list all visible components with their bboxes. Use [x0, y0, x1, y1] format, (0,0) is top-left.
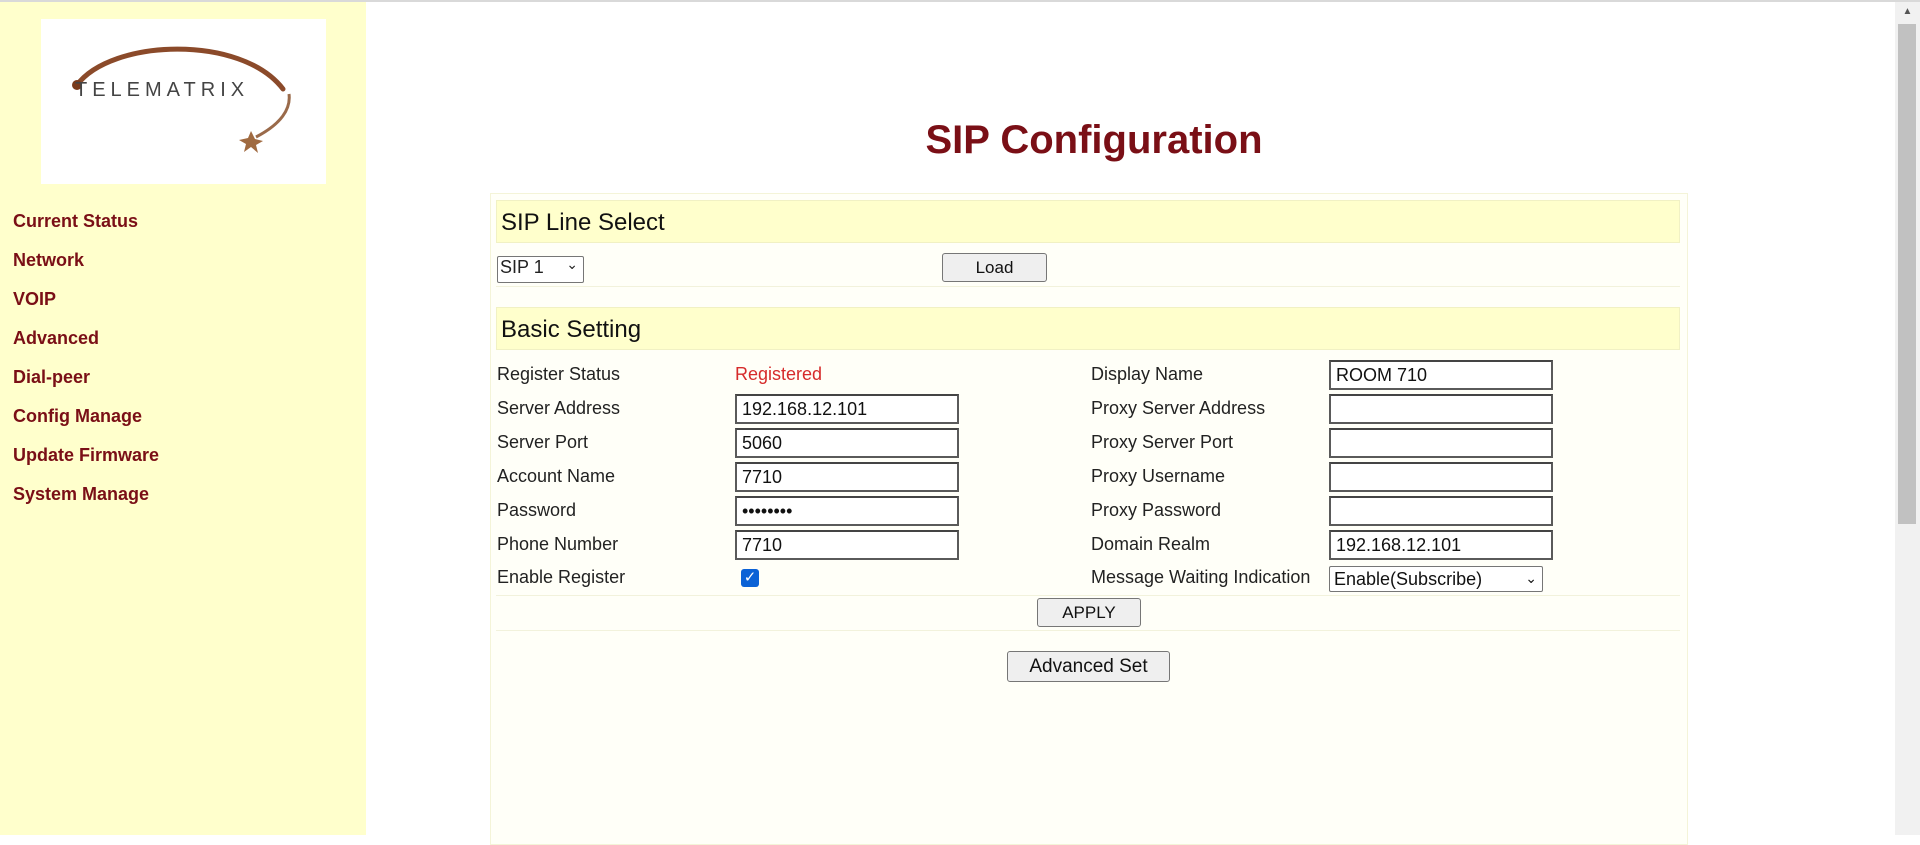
sidebar-item-advanced: Advanced: [13, 327, 159, 366]
enable-register-label: Enable Register: [497, 567, 626, 587]
mwi-select-value: Enable(Subscribe): [1334, 569, 1483, 589]
sidebar-item-voip: VOIP: [13, 288, 159, 327]
sidebar-link-advanced[interactable]: Advanced: [13, 328, 99, 348]
advanced-set-button[interactable]: Advanced Set: [1007, 651, 1170, 682]
proxy-server-port-label: Proxy Server Port: [1091, 432, 1234, 452]
load-button[interactable]: Load: [942, 253, 1047, 282]
mwi-label: Message Waiting Indication: [1091, 567, 1311, 587]
phone-number-input[interactable]: [735, 530, 959, 560]
sidebar-item-current-status: Current Status: [13, 210, 159, 249]
server-address-label: Server Address: [497, 398, 621, 418]
server-port-input[interactable]: [735, 428, 959, 458]
sidebar-link-update-firmware[interactable]: Update Firmware: [13, 445, 159, 465]
proxy-username-label: Proxy Username: [1091, 466, 1226, 486]
sidebar-link-network[interactable]: Network: [13, 250, 84, 270]
sidebar-link-system-manage[interactable]: System Manage: [13, 484, 149, 504]
server-port-label: Server Port: [497, 432, 589, 452]
sidebar-nav: Current Status Network VOIP Advanced Dia…: [13, 210, 159, 522]
sidebar-link-dial-peer[interactable]: Dial-peer: [13, 367, 90, 387]
register-status-value: Registered: [735, 364, 823, 384]
password-label: Password: [497, 500, 577, 520]
sidebar-item-dial-peer: Dial-peer: [13, 366, 159, 405]
account-name-label: Account Name: [497, 466, 616, 486]
enable-register-checkbox[interactable]: ✓: [741, 569, 759, 587]
chevron-down-icon: ⌄: [566, 256, 578, 272]
chevron-down-icon: ⌄: [1525, 570, 1537, 586]
divider: [496, 595, 1680, 596]
proxy-password-label: Proxy Password: [1091, 500, 1222, 520]
password-input[interactable]: [735, 496, 959, 526]
scroll-up-arrow-icon[interactable]: ▲: [1895, 2, 1920, 22]
account-name-input[interactable]: [735, 462, 959, 492]
page-title: SIP Configuration: [925, 118, 1263, 162]
sip-line-select-value: SIP 1: [500, 257, 544, 277]
sidebar: TELEMATRIX Current Status Network VOIP A…: [0, 2, 366, 835]
proxy-server-port-input[interactable]: [1329, 428, 1553, 458]
phone-number-label: Phone Number: [497, 534, 619, 554]
display-name-input[interactable]: [1329, 360, 1553, 390]
proxy-username-input[interactable]: [1329, 462, 1553, 492]
sidebar-link-current-status[interactable]: Current Status: [13, 211, 138, 231]
basic-setting-heading: Basic Setting: [496, 307, 1680, 350]
display-name-label: Display Name: [1091, 364, 1204, 384]
proxy-password-input[interactable]: [1329, 496, 1553, 526]
sidebar-item-system-manage: System Manage: [13, 483, 159, 522]
proxy-server-address-label: Proxy Server Address: [1091, 398, 1266, 418]
apply-button[interactable]: APPLY: [1037, 598, 1141, 627]
logo-text: TELEMATRIX: [75, 79, 250, 101]
sidebar-item-network: Network: [13, 249, 159, 288]
vertical-scrollbar[interactable]: ▲: [1895, 2, 1920, 835]
logo: TELEMATRIX: [41, 19, 326, 184]
scrollbar-thumb[interactable]: [1898, 24, 1916, 524]
sidebar-link-voip[interactable]: VOIP: [13, 289, 56, 309]
proxy-server-address-input[interactable]: [1329, 394, 1553, 424]
sidebar-item-update-firmware: Update Firmware: [13, 444, 159, 483]
line-select-heading: SIP Line Select: [496, 200, 1680, 243]
checkmark-icon: ✓: [743, 569, 757, 586]
domain-realm-input[interactable]: [1329, 530, 1553, 560]
domain-realm-label: Domain Realm: [1091, 534, 1211, 554]
mwi-select[interactable]: Enable(Subscribe) ⌄: [1329, 566, 1543, 592]
server-address-input[interactable]: [735, 394, 959, 424]
sidebar-link-config-manage[interactable]: Config Manage: [13, 406, 142, 426]
divider: [496, 286, 1680, 287]
sidebar-item-config-manage: Config Manage: [13, 405, 159, 444]
sip-line-select[interactable]: SIP 1 ⌄: [497, 256, 584, 283]
divider: [496, 630, 1680, 631]
sip-config-panel: SIP Line Select SIP 1 ⌄ Load Basic Setti…: [490, 193, 1688, 845]
register-status-label: Register Status: [497, 364, 621, 384]
